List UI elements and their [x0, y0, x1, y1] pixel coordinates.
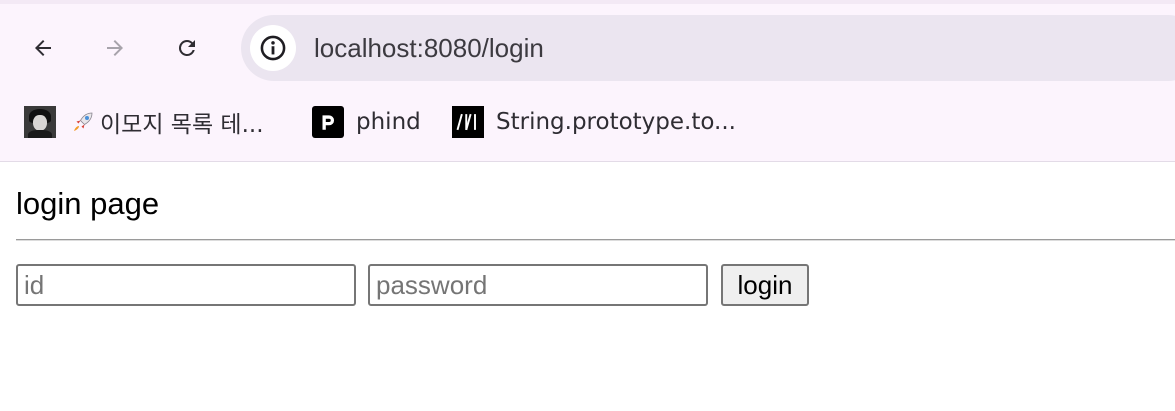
bookmark-phind[interactable]: phind — [312, 105, 421, 139]
avatar-icon — [24, 106, 56, 138]
reload-icon — [178, 39, 195, 56]
bookmark-label: String.prototype.to... — [496, 109, 736, 135]
site-info-button[interactable] — [250, 25, 296, 71]
bookmark-emoji-list[interactable]: 이모지 목록 테... — [24, 105, 264, 139]
phind-icon — [312, 106, 344, 138]
tab-strip — [0, 0, 1175, 4]
bookmark-label: 이모지 목록 테... — [100, 112, 264, 138]
back-button[interactable] — [25, 30, 61, 66]
id-input[interactable] — [16, 264, 356, 306]
divider — [16, 239, 1175, 241]
rocket-icon — [74, 112, 93, 131]
forward-button[interactable] — [97, 30, 133, 66]
login-button[interactable]: login — [721, 264, 809, 306]
reload-button[interactable] — [169, 30, 205, 66]
url-text[interactable]: localhost:8080/login — [314, 31, 544, 65]
bookmark-label: phind — [356, 109, 421, 135]
password-input[interactable] — [368, 264, 708, 306]
info-icon — [260, 35, 286, 61]
browser-chrome: localhost:8080/login 이모지 목록 테... phind S… — [0, 0, 1175, 162]
back-arrow-icon — [35, 40, 51, 56]
forward-arrow-icon — [107, 40, 123, 56]
bookmark-mdn[interactable]: String.prototype.to... — [452, 105, 736, 139]
page-title: login page — [16, 186, 160, 221]
mdn-icon — [452, 106, 484, 138]
